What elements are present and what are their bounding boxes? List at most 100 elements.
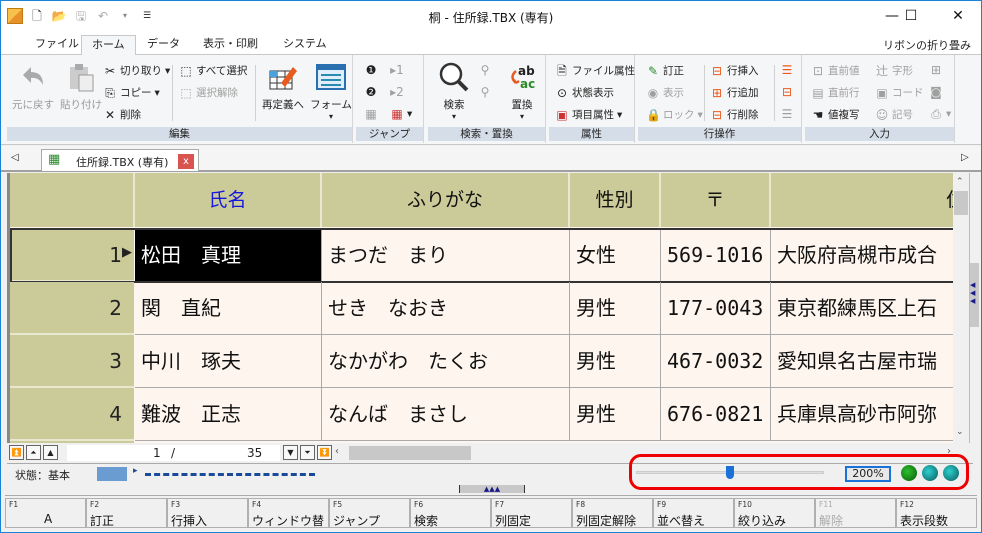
delete-button[interactable]: ✕ 削除: [103, 107, 141, 122]
cell-zip[interactable]: 676-0821: [661, 388, 771, 441]
cell-zip[interactable]: 467-0032: [661, 335, 771, 388]
scroll-down-icon[interactable]: ⌄: [956, 427, 964, 437]
tab-data[interactable]: データ: [137, 35, 190, 55]
row-merge-button[interactable]: ☰: [780, 107, 794, 121]
next-record-button[interactable]: ▼: [283, 445, 298, 460]
paste-button[interactable]: 貼り付け: [57, 61, 105, 112]
next-page-button[interactable]: ⏷: [300, 445, 315, 460]
row-insert-button[interactable]: ⊟ 行挿入: [710, 63, 759, 78]
row-header[interactable]: 2: [10, 282, 134, 335]
camera-button[interactable]: ◙: [929, 85, 943, 99]
cell-name[interactable]: 松田 真理: [135, 229, 322, 282]
fkey-f9[interactable]: F9 並べ替え: [653, 498, 734, 528]
tab-file[interactable]: ファイル: [25, 35, 89, 55]
tab-view-print[interactable]: 表示・印刷: [193, 35, 268, 55]
hscroll-left-icon[interactable]: ‹: [335, 446, 339, 457]
redefine-button[interactable]: 再定義へ: [259, 61, 307, 112]
fkey-f4[interactable]: F4 ウィンドウ替: [248, 498, 329, 528]
scroll-thumb[interactable]: [954, 191, 968, 215]
fkey-f10[interactable]: F10 絞り込み: [734, 498, 815, 528]
jump-clear-button[interactable]: ▦: [364, 107, 378, 121]
symbol-button[interactable]: ☺ 記号: [875, 107, 913, 122]
search-next-button[interactable]: ⚲: [478, 85, 492, 99]
fkey-f1[interactable]: F1 A: [5, 498, 86, 528]
cell-sex[interactable]: 男性: [570, 335, 661, 388]
select-all-button[interactable]: ⬚ すべて選択: [179, 63, 247, 78]
document-tab[interactable]: ▦ 住所録.TBX (専有) x: [41, 149, 199, 171]
view-button[interactable]: ◉ 表示: [646, 85, 684, 100]
row-header[interactable]: 3: [10, 335, 134, 388]
jump-table-button[interactable]: ▦ ▾: [390, 107, 412, 121]
cell-kana[interactable]: まつだ まり: [322, 229, 570, 282]
prev-row-button[interactable]: ▤ 直前行: [811, 85, 859, 100]
cell-name[interactable]: 中川 琢夫: [135, 335, 322, 388]
column-header-kana[interactable]: ふりがな: [322, 173, 570, 227]
item-attr-button[interactable]: ▣ 項目属性 ▾: [555, 107, 622, 122]
row-split-button[interactable]: ⊟: [780, 85, 794, 99]
cell-sex[interactable]: 男性: [570, 388, 661, 441]
tab-scroll-right-icon[interactable]: ▷: [961, 152, 969, 163]
cell-kana[interactable]: なかがわ たくお: [322, 335, 570, 388]
column-header-name[interactable]: 氏名: [135, 173, 322, 227]
cut-button[interactable]: ✂ 切り取り ▾: [103, 63, 170, 78]
cell-zip[interactable]: 569-1016: [661, 229, 771, 282]
replace-button[interactable]: ab ac 置換 ▾: [498, 61, 546, 121]
cell-addr[interactable]: 大阪府高槻市成合: [771, 229, 953, 282]
row-marker-button[interactable]: ☰: [780, 63, 794, 77]
cell-kana[interactable]: なんば まさし: [322, 388, 570, 441]
search-prev-button[interactable]: ⚲: [478, 63, 492, 77]
cell-sex[interactable]: 女性: [570, 229, 661, 282]
cell-zip[interactable]: 177-0043: [661, 282, 771, 335]
copy-value-button[interactable]: ☚ 値複写: [811, 107, 860, 122]
cell-sex[interactable]: 男性: [570, 282, 661, 335]
prev-record-button[interactable]: ▲: [43, 445, 58, 460]
fkey-f7[interactable]: F7 列固定: [491, 498, 572, 528]
prev-page-button[interactable]: ⏶: [26, 445, 41, 460]
tab-home[interactable]: ホーム: [81, 35, 136, 55]
column-header-zip[interactable]: 〒: [661, 173, 771, 227]
file-attr-button[interactable]: 🗎 ファイル属性: [555, 63, 635, 78]
last-record-button[interactable]: ⏬: [317, 445, 332, 460]
fkey-f5[interactable]: F5 ジャンプ: [329, 498, 410, 528]
cell-addr[interactable]: 愛知県名古屋市瑞: [771, 335, 953, 388]
cell-addr[interactable]: 兵庫県高砂市阿弥: [771, 388, 953, 441]
scroll-up-icon[interactable]: ⌃: [956, 177, 964, 187]
code-button[interactable]: ▣ コード: [875, 85, 923, 100]
export-button[interactable]: ⎙ ▾: [929, 107, 951, 121]
lock-button[interactable]: 🔒 ロック ▾: [646, 107, 703, 122]
jump-next2-button[interactable]: ▸2: [390, 85, 404, 99]
first-record-button[interactable]: ⏫: [9, 445, 24, 460]
fkey-f11[interactable]: F11 解除: [815, 498, 896, 528]
undo-button[interactable]: 元に戻す: [9, 61, 57, 112]
tab-scroll-left-icon[interactable]: ◁: [11, 152, 19, 163]
tab-system[interactable]: システム: [273, 35, 337, 55]
correct-button[interactable]: ✎ 訂正: [646, 63, 684, 78]
hscroll-thumb[interactable]: [349, 446, 471, 460]
row-header[interactable]: 4: [10, 388, 134, 441]
status-view-button[interactable]: ⊙ 状態表示: [555, 85, 614, 100]
close-button[interactable]: ✕: [935, 1, 981, 31]
document-tab-close-button[interactable]: x: [178, 154, 194, 169]
prev-value-button[interactable]: ⊡ 直前値: [811, 63, 860, 78]
row-header[interactable]: [10, 441, 134, 443]
search-button[interactable]: 検索 ▾: [430, 61, 478, 121]
cell-name[interactable]: 難波 正志: [135, 388, 322, 441]
fkey-f3[interactable]: F3 行挿入: [167, 498, 248, 528]
fkey-f8[interactable]: F8 列固定解除: [572, 498, 653, 528]
cell-name[interactable]: 関 直紀: [135, 282, 322, 335]
cell-addr[interactable]: 東京都練馬区上石: [771, 282, 953, 335]
row-add-button[interactable]: ⊞ 行追加: [710, 85, 759, 100]
row-header[interactable]: 1: [10, 229, 134, 282]
column-header-sex[interactable]: 性別: [570, 173, 661, 227]
maximize-button[interactable]: ☐: [888, 1, 934, 31]
deselect-button[interactable]: ⬚ 選択解除: [179, 85, 238, 100]
jump-next1-button[interactable]: ▸1: [390, 63, 404, 77]
splitter-bar[interactable]: ◀ ◀ ◀: [969, 173, 979, 443]
copy-button[interactable]: ⎘ コピー ▾: [103, 85, 160, 100]
cell-kana[interactable]: せき なおき: [322, 282, 570, 335]
fkey-f2[interactable]: F2 訂正: [86, 498, 167, 528]
ribbon-collapse-button[interactable]: リボンの折り畳み: [883, 37, 971, 53]
column-header-address[interactable]: 住: [771, 173, 953, 227]
row-delete-button[interactable]: ⊟ 行削除: [710, 107, 759, 122]
calc-button[interactable]: ⊞: [929, 63, 943, 77]
